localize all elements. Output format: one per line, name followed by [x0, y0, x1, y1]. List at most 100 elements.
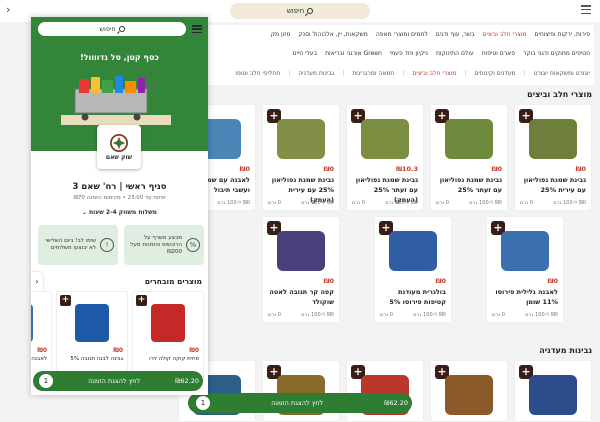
category-item[interactable]: מוצרי חלב וביצים: [483, 31, 527, 38]
product-name: גבינה לבנה תנובה 5%: [70, 356, 123, 362]
subcategory-item[interactable]: מוצרי חלב וביצים: [412, 70, 456, 77]
product-image: [445, 375, 493, 415]
feature-card-notice: ! שימו לב! ביום השלישי לא יבוצעו משלוחים: [38, 225, 118, 265]
product-card[interactable]: + ₪10.3 גבינת שמנת נפוליאון עם זעתר 25% (ה…: [346, 104, 424, 211]
add-to-cart-button[interactable]: +: [136, 295, 147, 306]
section-title-dairy: מוצרי חלב וביצים: [527, 90, 592, 99]
product-price: ₪0: [491, 165, 502, 173]
popular-product-card[interactable]: + ₪0 פחית קוקה קולה זירו: [132, 291, 204, 383]
feature-text: מבצע משרף על הרוכשים והזמנות מעל ₪200: [130, 234, 182, 255]
product-weight: 0 גרם: [436, 200, 449, 206]
category-item[interactable]: עולם התינוקות: [436, 50, 474, 57]
category-separator: |: [288, 70, 291, 77]
category-item[interactable]: פארם וטיפוח: [482, 50, 515, 57]
product-weight: 0 גרם: [268, 200, 281, 206]
search-icon: [307, 8, 314, 14]
product-card[interactable]: + ₪0 קפה קר תנובה לאטה שוקולד ₪0 ל-100 גרם 0…: [262, 216, 340, 323]
store-logo-text: שוק שאם: [105, 153, 133, 161]
product-unit-price: ₪0 ל-100 גרם: [553, 200, 586, 206]
product-image: [529, 119, 577, 159]
product-image: [277, 231, 325, 271]
popular-product-card[interactable]: +₪0לאבנה גלילית: [31, 291, 52, 383]
product-weight: 0 גרם: [268, 312, 281, 318]
category-item[interactable]: חטיפים מתוקים ודגני בוקר: [523, 50, 590, 57]
category-item[interactable]: ניקיון וחד פעמי: [390, 50, 428, 57]
product-card[interactable]: + ₪0 לאבנה גלילית פירוסו 11% שומן ₪0 ל-100 …: [486, 216, 564, 323]
product-price: ₪0: [239, 165, 250, 173]
product-unit-price: ₪0 ל-100 גרם: [301, 312, 334, 318]
category-item[interactable]: מזון מק: [271, 31, 291, 38]
hamburger-menu-icon[interactable]: [581, 5, 591, 14]
product-price: ₪0: [547, 277, 558, 285]
product-price: ₪0: [575, 165, 586, 173]
product-unit-price: ₪0 ל-100 גרם: [469, 200, 502, 206]
cart-count: 1: [39, 374, 53, 388]
product-unit-price: ₪0 ל-100 גרם: [217, 200, 250, 206]
product-image: [277, 119, 325, 159]
product-card[interactable]: +: [430, 360, 508, 422]
search-label: חיפוש: [286, 7, 305, 15]
product-unit-price: ₪0 ל-100 גרם: [385, 200, 418, 206]
product-name: גבינת שמנת נפוליאון עם זעתר 25%: [439, 176, 502, 194]
section-title-deli: גבינות מעדניה: [539, 346, 592, 355]
view-order-button[interactable]: ₪62.20 לחץ להצגת הזמנה 1: [188, 393, 412, 413]
subcategory-item[interactable]: מעדנים וקינוחים: [474, 70, 515, 77]
feature-card-promo: % מבצע משרף על הרוכשים והזמנות מעל ₪200: [124, 225, 204, 265]
product-image: [501, 231, 549, 271]
panel-menu-icon[interactable]: [192, 25, 202, 33]
product-image: [75, 304, 109, 342]
product-image: [361, 119, 409, 159]
chevron-down-icon: ⌄: [81, 209, 87, 216]
product-price: ₪0: [113, 347, 123, 354]
product-card[interactable]: +: [514, 360, 592, 422]
store-logo-icon: [110, 133, 128, 152]
category-item[interactable]: לחמים ומוצרי מאפה: [376, 31, 428, 38]
panel-view-order-button[interactable]: ₪62.20 לחץ להצגת הזמנה 1: [33, 371, 203, 391]
subcategory-item[interactable]: יוגורט ומשקאות יוגורט: [534, 70, 590, 77]
subcategory-item[interactable]: תחליפי חלב וטופו: [235, 70, 280, 77]
product-image: [445, 119, 493, 159]
carousel-prev-button[interactable]: ‹: [31, 272, 43, 292]
product-weight: 0 גרם: [520, 200, 533, 206]
cart-count: 1: [196, 396, 210, 410]
category-item[interactable]: בשר, עוף ודגים: [436, 31, 475, 38]
product-card[interactable]: + ₪0 גבינת שמנת נפוליאון עם זעתר 25% ₪0 ל-1…: [430, 104, 508, 211]
delivery-time-dropdown[interactable]: משלוח משווק 2-4 שעות ⌄: [31, 209, 208, 216]
add-to-cart-button[interactable]: +: [60, 295, 71, 306]
product-price: ₪0: [37, 347, 47, 354]
category-row-main: פירות, ירקות ופיצוחים מוצרי חלב וביצים בשר…: [209, 31, 590, 38]
popular-products-title: מוצרים מובחרים: [144, 277, 202, 286]
category-item[interactable]: משקאות, יין, אלכוהול וסנק: [298, 31, 367, 38]
product-price: ₪0: [323, 165, 334, 173]
chevron-left-icon[interactable]: ‹: [6, 3, 10, 16]
product-weight: 0 גרם: [380, 312, 393, 318]
panel-search-button[interactable]: חיפוש: [38, 22, 186, 36]
alert-icon: !: [100, 238, 114, 252]
category-separator: |: [402, 70, 405, 77]
search-button[interactable]: חיפוש: [230, 3, 370, 19]
product-unit-price: ₪0 ל-100 גרם: [413, 312, 446, 318]
category-separator: |: [342, 70, 345, 77]
product-image: [31, 304, 33, 342]
subcategory-row: יוגורט ומשקאות יוגורט | מעדנים וקינוחים | מו…: [209, 70, 590, 77]
popular-product-card[interactable]: + ₪0 גבינה לבנה תנובה 5%: [56, 291, 128, 383]
category-separator: |: [464, 70, 467, 77]
feature-text: שימו לב! ביום השלישי לא יבוצעו משלוחים: [45, 238, 96, 251]
product-name: בולגרית מעודנת קטיפות פירוסו 5%: [389, 288, 446, 306]
cart-total: ₪62.20: [175, 377, 199, 385]
product-price: ₪0: [323, 277, 334, 285]
cart-label: לחץ להצגת הזמנה: [271, 399, 324, 407]
subcategory-item[interactable]: חמאה ומרגרינות: [352, 70, 394, 77]
cart-label: לחץ להצגת הזמנה: [88, 377, 141, 385]
product-card[interactable]: + ₪0 גבינת שמנת נפוליאון 25% עם עירית (העת…: [262, 104, 340, 211]
category-item[interactable]: Green אורגני ובריאות: [325, 50, 382, 57]
subcategory-item[interactable]: גבינות מעדניה: [298, 70, 334, 77]
product-image: [151, 304, 185, 342]
product-card[interactable]: + ₪0 בולגרית מעודנת קטיפות פירוסו 5% ₪0 ל-1…: [374, 216, 452, 323]
category-nav: פירות, ירקות ופיצוחים מוצרי חלב וביצים בשר…: [205, 25, 594, 85]
store-name: סניף ראשי | רח' שאם 3: [72, 182, 167, 192]
category-item[interactable]: בעלי חיים: [293, 50, 317, 57]
product-card[interactable]: + ₪0 גבינת שמנת נפוליאון עם עירית 25% ₪0 ל-…: [514, 104, 592, 211]
category-item[interactable]: פירות, ירקות ופיצוחים: [535, 31, 591, 38]
product-price: ₪0: [189, 347, 199, 354]
